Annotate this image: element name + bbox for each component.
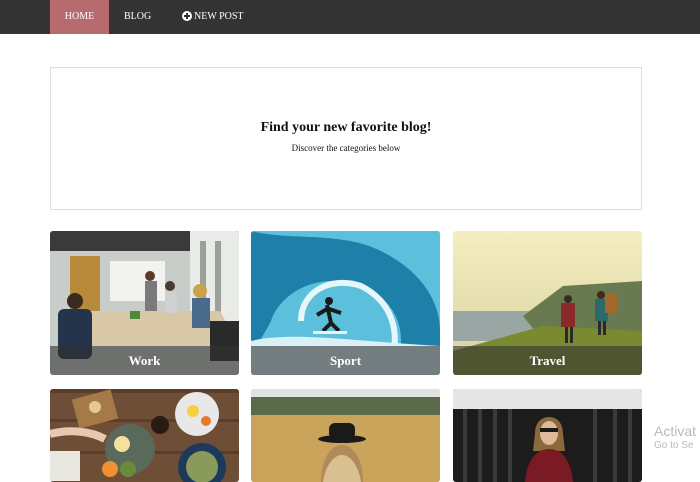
watermark-line-1: Activat <box>654 423 697 439</box>
food-photo <box>50 389 239 482</box>
activation-watermark: Activat Go to Se <box>654 423 696 452</box>
hero-title: Find your new favorite blog! <box>260 120 432 135</box>
hero-banner: Find your new favorite blog! Discover th… <box>50 67 642 210</box>
nav-new-post-label: NEW POST <box>194 11 244 22</box>
nav-home-link[interactable]: HOME <box>50 0 109 34</box>
category-card-food[interactable] <box>50 389 239 482</box>
category-card-work[interactable]: Work <box>50 231 239 375</box>
nav-blog-link[interactable]: BLOG <box>124 0 151 34</box>
category-card-sport[interactable]: Sport <box>251 231 440 375</box>
category-label: Sport <box>251 346 440 375</box>
top-navbar: HOME BLOG NEW POST <box>0 0 700 34</box>
fashion-photo <box>453 389 642 482</box>
field-photo <box>251 389 440 482</box>
plus-circle-icon <box>182 10 192 21</box>
hero-subtitle: Discover the categories below <box>291 143 401 153</box>
category-card-field[interactable] <box>251 389 440 482</box>
watermark-line-2: Go to Se <box>654 440 694 451</box>
category-card-fashion[interactable] <box>453 389 642 482</box>
category-label: Travel <box>453 346 642 375</box>
category-label: Work <box>50 346 239 375</box>
nav-new-post-link[interactable]: NEW POST <box>182 0 244 34</box>
category-card-travel[interactable]: Travel <box>453 231 642 375</box>
